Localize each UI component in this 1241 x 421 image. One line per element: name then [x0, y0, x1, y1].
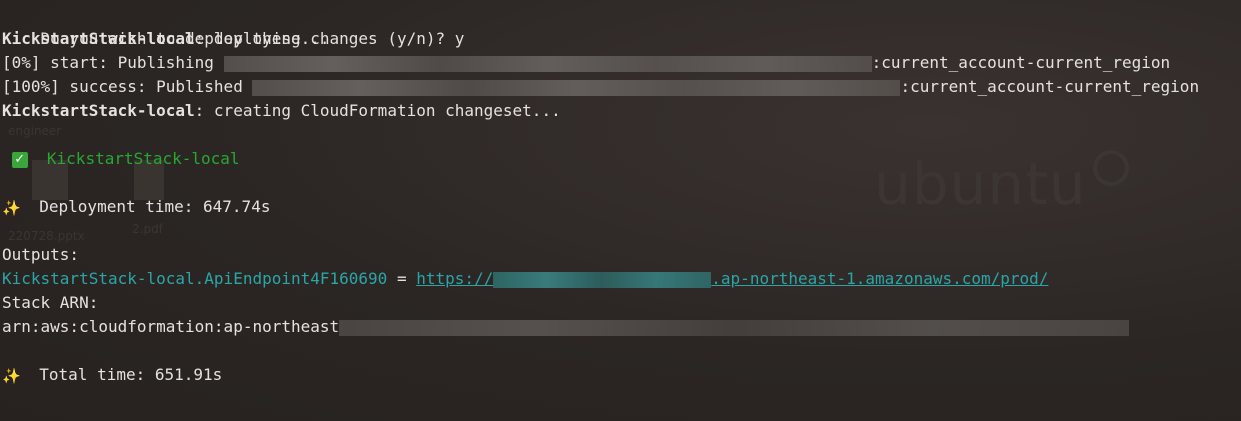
sparkles-icon: ✨ [2, 366, 21, 385]
redacted-api-id [493, 271, 712, 288]
terminal-output[interactable]: Do you wish to deploy these changes (y/n… [2, 3, 1199, 387]
publish-success-suffix: :current_account-current_region [900, 77, 1200, 96]
stack-name: KickstartStack-local [2, 29, 195, 48]
output-key: KickstartStack-local.ApiEndpoint4F160690 [2, 269, 388, 288]
stack-name: KickstartStack-local [2, 101, 195, 120]
publish-start-line: [0%] start: Publishing :current_account-… [2, 51, 1199, 75]
output-endpoint-line: KickstartStack-local.ApiEndpoint4F160690… [2, 267, 1199, 291]
redacted-arn [339, 319, 1130, 336]
total-time-text: Total time: 651.91s [39, 365, 223, 384]
creating-changeset-text: : creating CloudFormation changeset... [194, 101, 561, 120]
deploying-text: : deploying... [194, 29, 330, 48]
redacted-asset-hash [252, 79, 901, 96]
arn-prefix: arn:aws:cloudformation:ap-northeast [2, 317, 340, 336]
stack-arn-line: arn:aws:cloudformation:ap-northeast [2, 315, 1199, 339]
total-time-line: ✨ Total time: 651.91s [2, 363, 1199, 387]
outputs-label: Outputs: [2, 245, 80, 264]
white-check-mark-icon: ✓ [11, 151, 28, 168]
deploying-line: KickstartStack-local: deploying... [2, 27, 1199, 51]
deployment-time-line: ✨ Deployment time: 647.74s [2, 195, 1199, 219]
redacted-asset-hash [223, 55, 872, 72]
publish-success-line: [100%] success: Published :current_accou… [2, 75, 1199, 99]
stack-arn-label: Stack ARN: [2, 293, 99, 312]
publish-success-prefix: [100%] success: Published [2, 77, 253, 96]
api-endpoint-url-prefix[interactable]: https:// [416, 269, 493, 288]
output-equals: = [387, 269, 417, 288]
stack-complete-line: ✓ KickstartStack-local [2, 147, 1199, 171]
stack-arn-header-line: Stack ARN: [2, 291, 1199, 315]
api-endpoint-url-suffix[interactable]: .ap-northeast-1.amazonaws.com/prod/ [711, 269, 1048, 288]
outputs-header-line: Outputs: [2, 243, 1199, 267]
stack-complete-name: KickstartStack-local [46, 149, 240, 168]
publish-start-suffix: :current_account-current_region [871, 53, 1171, 72]
deployment-time-text: Deployment time: 647.74s [39, 197, 271, 216]
sparkles-icon: ✨ [2, 198, 21, 217]
prompt-line: Do you wish to deploy these changes (y/n… [2, 3, 1199, 48]
creating-changeset-line: KickstartStack-local: creating CloudForm… [2, 99, 1199, 123]
publish-start-prefix: [0%] start: Publishing [2, 53, 224, 72]
